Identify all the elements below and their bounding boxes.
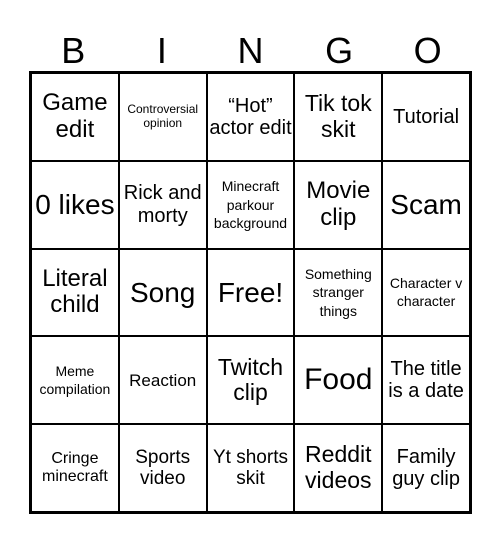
bingo-cell[interactable]: Minecraft parkour background — [206, 160, 295, 249]
bingo-cell[interactable]: The title is a date — [382, 336, 470, 425]
bingo-cell[interactable]: Twitch clip — [206, 336, 295, 425]
cell-text: Literal child — [42, 264, 108, 319]
bingo-cell[interactable]: Meme compilation — [31, 336, 119, 425]
bingo-cell[interactable]: 0 likes — [31, 160, 119, 249]
bingo-cell[interactable]: Tik tok skit — [294, 73, 383, 161]
cell-text: Sports video — [135, 446, 191, 490]
bingo-header: B I N G O — [29, 30, 472, 72]
bingo-cell[interactable]: “Hot” actor edit — [206, 73, 295, 161]
cell-text: The title is a date — [388, 357, 464, 403]
cell-text: Meme compilation — [39, 363, 111, 398]
cell-text: Minecraft parkour background — [213, 178, 288, 231]
cell-text: Reddit videos — [305, 441, 372, 494]
bingo-cell[interactable]: Game edit — [31, 73, 119, 161]
bingo-card: Game edit Controversial opinion “Hot” ac… — [29, 71, 472, 514]
bingo-cell[interactable]: Scam — [382, 160, 470, 249]
cell-text: Free! — [217, 276, 284, 308]
bingo-cell[interactable]: Family guy clip — [382, 424, 470, 512]
cell-text: Yt shorts skit — [213, 446, 288, 490]
bingo-cell[interactable]: Yt shorts skit — [206, 424, 295, 512]
cell-text: Cringe minecraft — [42, 450, 108, 486]
header-letter-g: G — [325, 30, 354, 71]
bingo-cell[interactable]: Tutorial — [382, 73, 470, 161]
cell-text: Tutorial — [393, 105, 460, 128]
bingo-cell[interactable]: Controversial opinion — [118, 73, 207, 161]
cell-text: Food — [304, 363, 373, 397]
bingo-cell[interactable]: Literal child — [31, 248, 119, 337]
bingo-cell[interactable]: Song — [118, 248, 207, 337]
cell-text: Controversial opinion — [127, 102, 199, 130]
header-letter-b: B — [61, 30, 86, 71]
bingo-cell[interactable]: Character v character — [382, 248, 470, 337]
bingo-cell[interactable]: Something stranger things — [294, 248, 383, 337]
header-letter-o: O — [413, 30, 442, 71]
bingo-cell[interactable]: Movie clip — [294, 160, 383, 249]
cell-text: Song — [129, 276, 196, 308]
header-letter-n: N — [237, 30, 264, 71]
cell-text: Movie clip — [306, 176, 371, 231]
cell-text: “Hot” actor edit — [209, 94, 292, 139]
cell-text: Scam — [390, 189, 462, 221]
cell-text: Character v character — [389, 275, 463, 310]
bingo-cell[interactable]: Food — [294, 336, 383, 425]
header-letter-i: I — [156, 30, 167, 71]
cell-text: Game edit — [42, 89, 108, 143]
bingo-cell[interactable]: Reddit videos — [294, 424, 383, 512]
bingo-cell[interactable]: Rick and morty — [118, 160, 207, 249]
bingo-cell[interactable]: Sports video — [118, 424, 207, 512]
cell-text: Something stranger things — [304, 266, 372, 319]
bingo-cell[interactable]: Cringe minecraft — [31, 424, 119, 512]
cell-text: Twitch clip — [217, 353, 284, 406]
cell-text: Family guy clip — [392, 445, 460, 491]
cell-text: 0 likes — [35, 189, 115, 221]
cell-text: Tik tok skit — [304, 90, 372, 142]
cell-text: Reaction — [129, 370, 197, 390]
bingo-cell[interactable]: Reaction — [118, 336, 207, 425]
bingo-cell[interactable]: Free! — [206, 248, 295, 337]
cell-text: Rick and morty — [123, 182, 202, 227]
